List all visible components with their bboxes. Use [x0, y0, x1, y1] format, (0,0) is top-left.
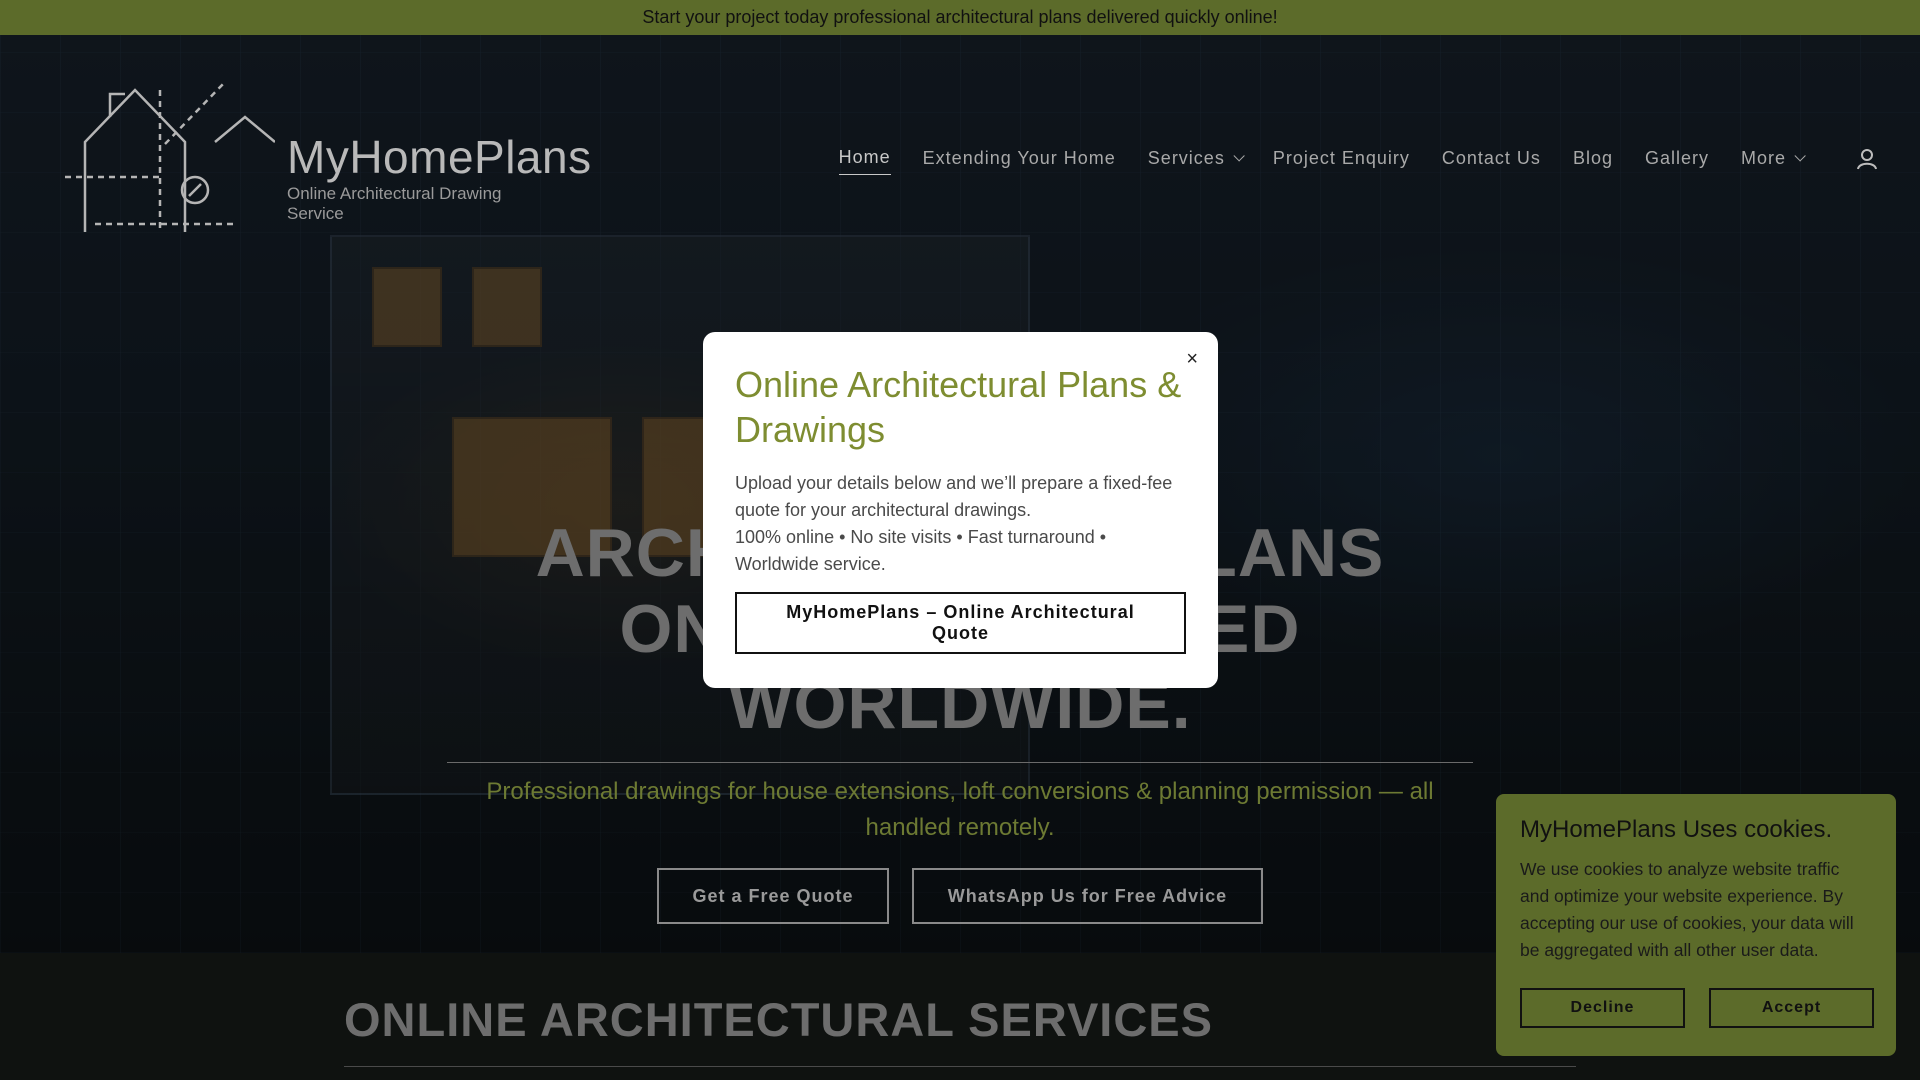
user-icon[interactable] [1856, 148, 1878, 170]
nav-item-extending-your-home[interactable]: Extending Your Home [923, 148, 1116, 175]
main-nav: Home Extending Your Home Services Projec… [838, 146, 1806, 176]
quote-modal: × Online Architectural Plans & Drawings … [703, 332, 1218, 688]
modal-body: Upload your details below and we’ll prep… [735, 470, 1186, 578]
chevron-down-icon [1233, 150, 1245, 162]
nav-label: Extending Your Home [922, 147, 1116, 168]
site-logo[interactable]: MyHomePlans Online Architectural Drawing… [65, 72, 591, 242]
nav-label: Project Enquiry [1272, 147, 1410, 168]
close-icon[interactable]: × [1186, 348, 1198, 371]
get-free-quote-button[interactable]: Get a Free Quote [657, 868, 889, 924]
logo-tagline: Online Architectural Drawing Service [287, 184, 502, 223]
nav-item-gallery[interactable]: Gallery [1645, 148, 1709, 175]
house-plan-icon [65, 81, 276, 232]
cookie-actions: Decline Accept [1520, 988, 1874, 1028]
hero-divider [447, 762, 1473, 763]
cookie-text: We use cookies to analyze website traffi… [1520, 859, 1854, 960]
hero-subtitle: Professional drawings for house extensio… [486, 778, 1434, 841]
accept-button[interactable]: Accept [1709, 988, 1874, 1028]
nav-item-more[interactable]: More [1740, 147, 1806, 175]
nav-label: Blog [1572, 147, 1613, 168]
decline-button[interactable]: Decline [1520, 988, 1685, 1028]
nav-label: Home [838, 147, 891, 167]
modal-body-line: Upload your details below and we’ll prep… [735, 473, 1173, 520]
announcement-bar: Start your project today professional ar… [0, 0, 1920, 35]
modal-body-line: 100% online • No site visits • Fast turn… [735, 527, 1107, 574]
nav-label: More [1740, 147, 1786, 168]
online-quote-button[interactable]: MyHomePlans – Online Architectural Quote [735, 592, 1186, 654]
modal-title: Online Architectural Plans & Drawings [735, 364, 1182, 450]
nav-label: Gallery [1644, 147, 1709, 168]
whatsapp-advice-button[interactable]: WhatsApp Us for Free Advice [912, 868, 1263, 924]
logo-wordmark: MyHomePlans [287, 131, 592, 183]
announcement-text: Start your project today professional ar… [642, 7, 1278, 27]
services-divider [344, 1066, 1576, 1067]
nav-item-contact-us[interactable]: Contact Us [1442, 148, 1541, 175]
nav-label: Services [1147, 147, 1225, 168]
nav-item-blog[interactable]: Blog [1573, 148, 1613, 175]
nav-label: Contact Us [1441, 147, 1541, 168]
cookie-banner: MyHomePlans Uses cookies. We use cookies… [1496, 794, 1896, 1056]
cookie-title: MyHomePlans Uses cookies. [1520, 816, 1833, 843]
services-heading: ONLINE ARCHITECTURAL SERVICES [344, 993, 1213, 1046]
nav-item-project-enquiry[interactable]: Project Enquiry [1273, 148, 1410, 175]
nav-item-home[interactable]: Home [838, 147, 891, 175]
nav-item-services[interactable]: Services [1147, 147, 1245, 175]
